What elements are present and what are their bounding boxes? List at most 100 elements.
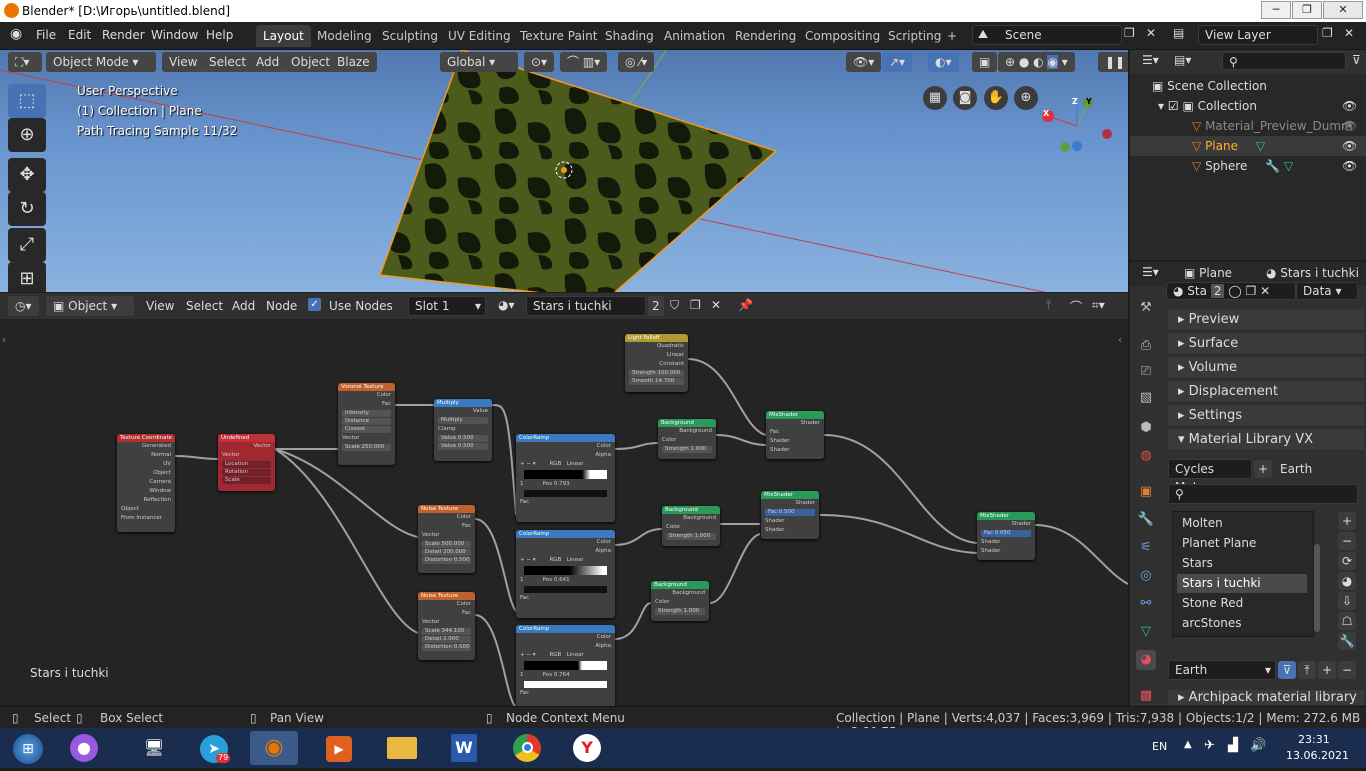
node-field[interactable]: Multiply xyxy=(438,417,488,424)
chrome-app-icon[interactable] xyxy=(503,731,551,765)
media-player-app-icon[interactable]: ▶ xyxy=(315,731,363,765)
alice-app-icon[interactable]: ● xyxy=(60,731,108,765)
list-item[interactable]: Molten xyxy=(1177,514,1307,533)
select-box-tool-icon[interactable]: ⬚ xyxy=(8,84,46,118)
link-dropdown[interactable]: Data ▾ xyxy=(1296,282,1358,300)
node-color-ramp-2[interactable]: ColorRamp Color Alpha + − ▾ RGB Linear 1… xyxy=(516,530,615,618)
tab-scripting[interactable]: Scripting xyxy=(881,25,948,47)
outliner-item-material-preview[interactable]: ▽ Material_Preview_Dumm 👁 xyxy=(1130,116,1366,136)
shading-modes-icon[interactable]: ⊕ ● ◐ ◉ ▾ xyxy=(998,52,1075,72)
proportional-edit-icon[interactable]: ◎ ⁄▾ xyxy=(618,52,655,72)
panel-settings[interactable]: ▸ Settings xyxy=(1168,405,1364,427)
menu-help[interactable]: Help xyxy=(206,28,233,42)
node-field[interactable]: Scale xyxy=(222,477,271,484)
node-field[interactable]: Value 0.500 xyxy=(438,443,488,450)
settings-wrench-icon[interactable]: 🔧 xyxy=(1338,632,1356,650)
remove-material-button[interactable]: − xyxy=(1338,532,1356,550)
panel-archipack[interactable]: ▸ Archipack material library xyxy=(1168,690,1364,706)
ramp-controls[interactable]: + − ▾ RGB Linear xyxy=(516,651,615,660)
list-item[interactable]: arcStones xyxy=(1177,614,1307,633)
toolbar-toggle-icon[interactable]: › xyxy=(2,335,6,346)
ramp-interp[interactable]: Linear xyxy=(567,652,584,658)
panel-surface[interactable]: ▸ Surface xyxy=(1168,333,1364,355)
list-item-selected[interactable]: Stars i tuchki xyxy=(1177,574,1307,593)
ramp-mode[interactable]: RGB xyxy=(549,557,561,563)
node-field[interactable]: Scale 344.100 xyxy=(422,628,471,635)
viewport-menu-add[interactable]: Add xyxy=(249,52,287,72)
pivot-icon[interactable]: ⊙▾ xyxy=(524,52,555,72)
tab-rendering[interactable]: Rendering xyxy=(728,25,803,47)
fake-user-icon[interactable]: ⛉ xyxy=(670,298,679,313)
node-menu-view[interactable]: View xyxy=(146,299,174,313)
outliner-search-input[interactable]: ⚲ xyxy=(1222,52,1346,70)
node-field[interactable]: Detail 2.000 xyxy=(422,636,471,643)
viewport-menu-view[interactable]: View xyxy=(162,52,205,72)
modifier-tab-icon[interactable]: 🔧 xyxy=(1136,510,1156,530)
panel-material-library[interactable]: ▾ Material Library VX xyxy=(1168,429,1364,451)
language-indicator[interactable]: EN xyxy=(1152,740,1167,753)
duplicate-material-icon[interactable]: ❐ xyxy=(690,298,701,312)
node-menu-select[interactable]: Select xyxy=(186,299,223,313)
filter-icon[interactable]: ⊽ xyxy=(1352,53,1361,67)
ramp-color-swatch[interactable] xyxy=(524,681,607,688)
ramp-stop-row[interactable]: 1 Pos 0.764 xyxy=(516,671,615,680)
add-workspace-button[interactable]: + xyxy=(940,25,964,47)
node-checkbox-label[interactable]: From Instancer xyxy=(117,514,175,523)
menu-file[interactable]: File xyxy=(36,28,56,42)
use-nodes-checkbox[interactable]: ✓ xyxy=(308,298,321,311)
library-source-dropdown[interactable]: Cycles Mat... ▾ xyxy=(1168,459,1252,494)
node-field[interactable]: Scale 250.000 xyxy=(342,444,391,451)
node-field[interactable]: Intensity xyxy=(342,410,391,417)
sidebar-toggle-icon[interactable]: ‹ xyxy=(1118,335,1122,346)
overlay-icon[interactable]: ◐▾ xyxy=(928,52,959,72)
node-noise-texture-1[interactable]: Noise Texture Color Fac Vector Scale 500… xyxy=(418,505,475,573)
tray-arrow-icon[interactable]: ▲ xyxy=(1184,739,1192,750)
node-editor-canvas[interactable]: Texture Coordinate Generated Normal UV O… xyxy=(0,319,1128,706)
visibility-icon[interactable]: 👁▾ xyxy=(846,52,882,72)
scene-selector[interactable]: Scene xyxy=(972,25,1122,45)
ramp-index[interactable]: 1 xyxy=(520,672,524,678)
start-button[interactable]: ⊞ xyxy=(0,731,56,765)
list-item[interactable]: Stone Red xyxy=(1177,594,1307,613)
pan-hand-icon[interactable]: ✋ xyxy=(984,86,1008,110)
move-tool-icon[interactable]: ✥ xyxy=(8,158,46,192)
data-tab-icon[interactable]: ▽ xyxy=(1136,622,1156,642)
node-menu-add[interactable]: Add xyxy=(232,299,255,313)
constraints-tab-icon[interactable]: ⚯ xyxy=(1136,594,1156,614)
add-button[interactable]: + xyxy=(1318,661,1336,679)
transform-tool-icon[interactable]: ⊞ xyxy=(8,262,46,292)
list-scrollbar[interactable] xyxy=(1314,544,1320,632)
remove-scene-icon[interactable]: ✕ xyxy=(1146,26,1156,40)
pin-icon[interactable]: 📌 xyxy=(738,298,753,312)
object-tab-icon[interactable]: ▣ xyxy=(1136,482,1156,502)
material-search-input[interactable]: ⚲ xyxy=(1168,484,1358,504)
particles-tab-icon[interactable]: ⚟ xyxy=(1136,538,1156,558)
node-field[interactable]: Closest xyxy=(342,426,391,433)
node-field[interactable]: Fac 0.500 xyxy=(765,509,815,516)
node-checkbox-label[interactable]: Clamp xyxy=(434,425,492,434)
list-item[interactable]: Planet Plane xyxy=(1177,534,1307,553)
tab-uv-editing[interactable]: UV Editing xyxy=(441,25,518,47)
scene-tab-icon[interactable]: ⬢ xyxy=(1136,418,1156,438)
maximize-button[interactable]: ❐ xyxy=(1292,1,1322,19)
checkbox-icon[interactable]: ☑ xyxy=(1168,99,1179,113)
telegram-app-icon[interactable]: ➤ 79 xyxy=(190,731,238,765)
tool-tab-icon[interactable]: ⚒ xyxy=(1136,298,1156,318)
outliner-item-sphere[interactable]: ▽ Sphere 🔧 ▽ 👁 xyxy=(1130,156,1366,176)
ramp-mode[interactable]: RGB xyxy=(549,652,561,658)
cursor-tool-icon[interactable]: ⊕ xyxy=(8,118,46,152)
tab-layout[interactable]: Layout xyxy=(256,25,311,47)
tab-texture-paint[interactable]: Texture Paint xyxy=(513,25,604,47)
remove-view-layer-icon[interactable]: ✕ xyxy=(1344,26,1354,40)
node-field[interactable]: Fac 0.050 xyxy=(981,530,1031,537)
ramp-pos[interactable]: Pos 0.641 xyxy=(543,577,570,583)
material-name-field[interactable]: Stars i tuchki xyxy=(526,296,646,316)
menu-render[interactable]: Render xyxy=(102,28,145,42)
panel-preview[interactable]: ▸ Preview xyxy=(1168,309,1364,331)
tab-animation[interactable]: Animation xyxy=(657,25,732,47)
zoom-icon[interactable]: ⊕ xyxy=(1014,86,1038,110)
clock-time[interactable]: 23:31 xyxy=(1298,733,1330,746)
editor-type-button[interactable]: ⛶▾ xyxy=(8,52,42,72)
node-field[interactable]: Distortion 0.500 xyxy=(422,557,471,564)
scale-tool-icon[interactable]: ⤢ xyxy=(8,228,46,262)
